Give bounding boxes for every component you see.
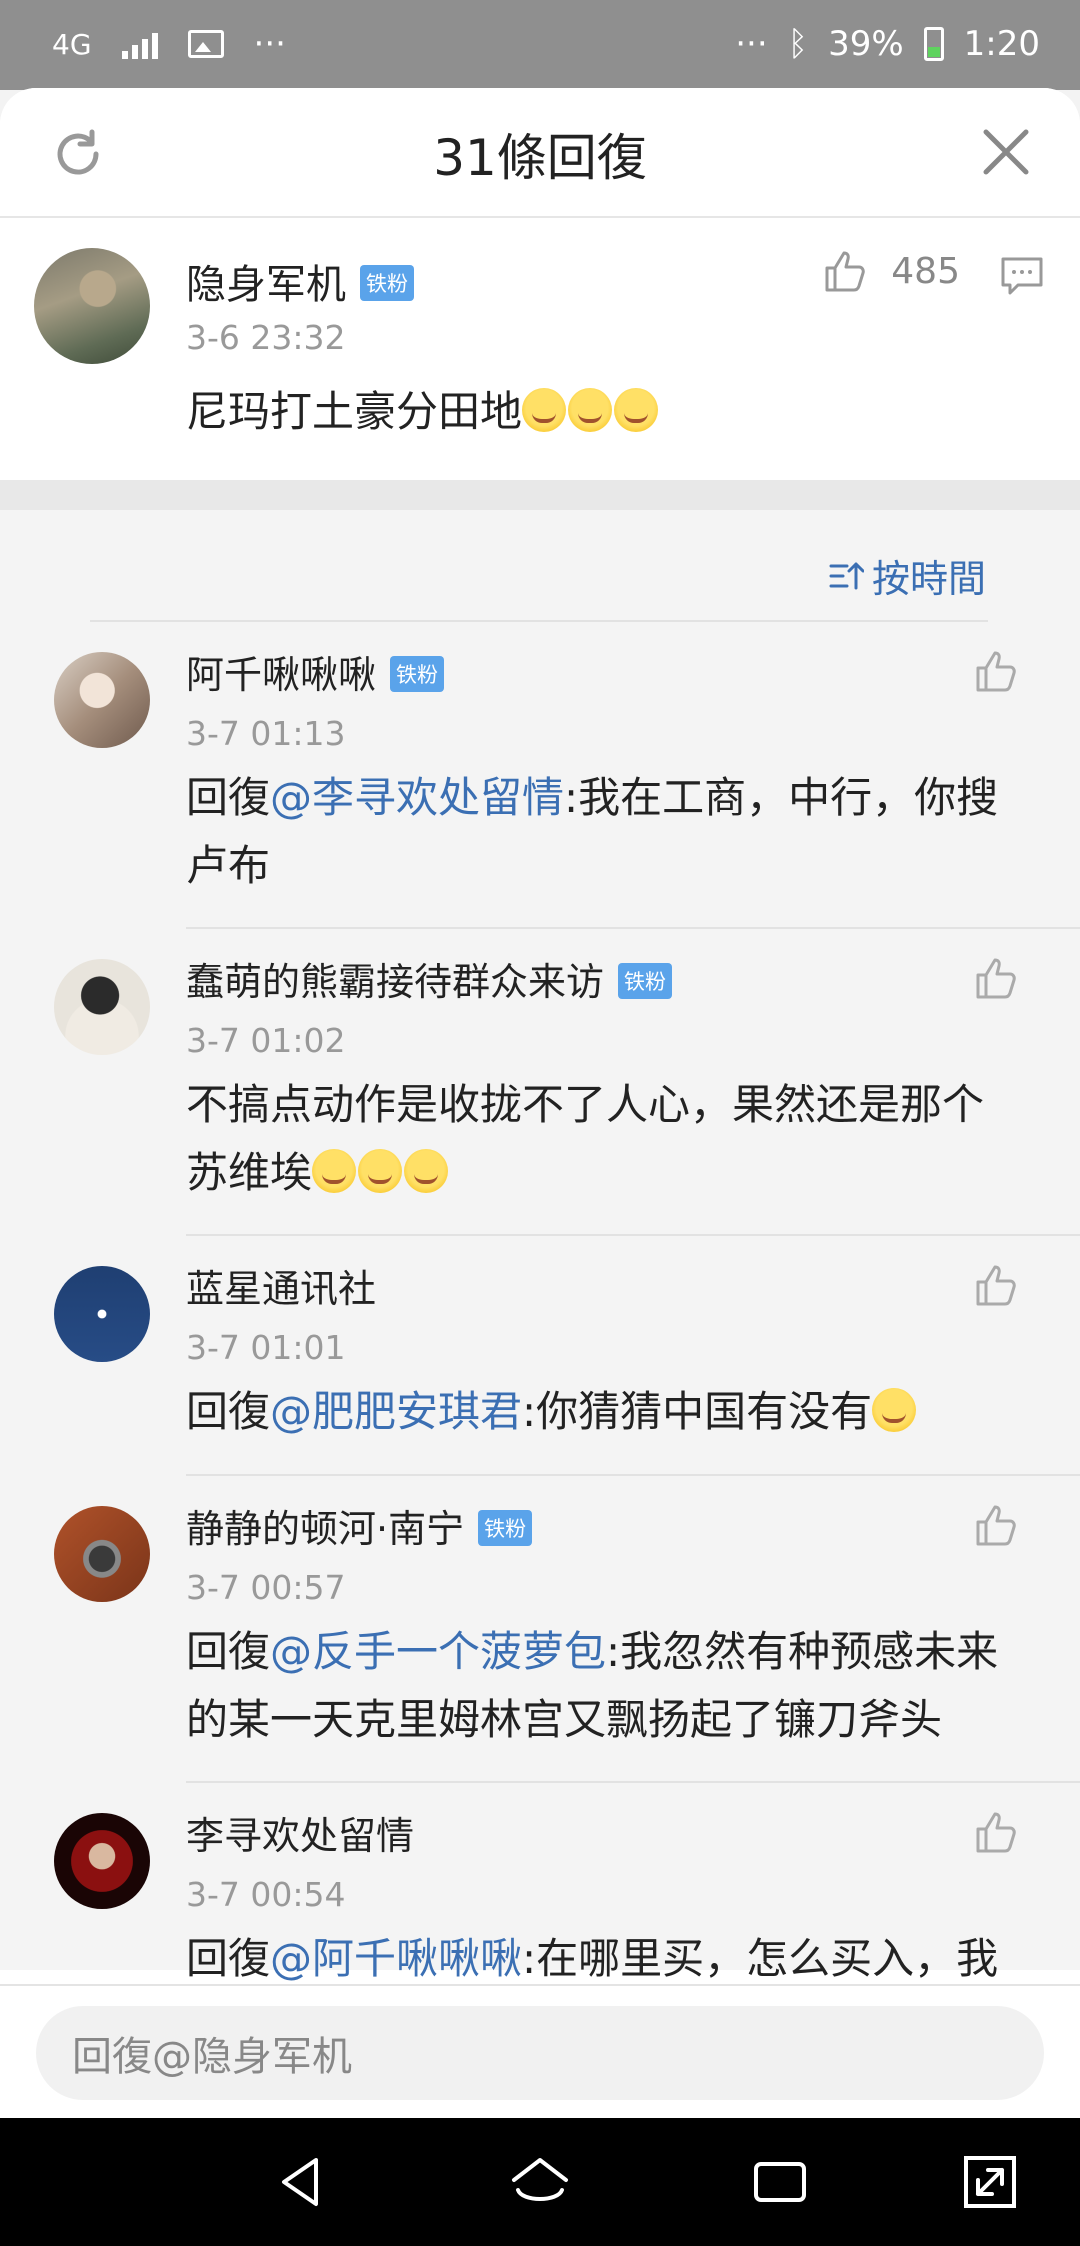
laugh-cry-emoji [568,388,613,432]
bluetooth-icon: ᛒ [787,24,809,64]
section-divider [0,480,1080,510]
reply-time: 3-7 01:13 [186,714,346,753]
clock: 1:20 [963,24,1040,64]
avatar[interactable] [54,1506,150,1602]
reply-time: 3-7 01:01 [186,1328,346,1367]
reply-username[interactable]: 李寻欢处留情 [186,1814,414,1858]
sheet-title: 31條回復 [433,129,647,187]
network-indicator: 4G [52,27,92,61]
status-bar: 4G ··· ··· ᛒ 39% 1:20 [0,0,1080,90]
laugh-cry-emoji [522,388,567,432]
comment-username[interactable]: 隐身军机 [186,262,346,308]
battery-icon [923,27,944,61]
reply-item: 蠢萌的熊霸接待群众来访 铁粉 3-7 01:02 不搞点动作是收拢不了人心，果然还… [0,929,1080,1236]
tears-of-joy-emoji [358,1149,403,1193]
more-status: ··· [735,24,768,64]
mention-link[interactable]: @阿千啾啾啾 [270,1934,522,1983]
comment-time: 3-6 23:32 [186,318,346,357]
laugh-cry-emoji [614,388,659,432]
reply-time: 3-7 00:57 [186,1568,346,1607]
reply-text: 不搞点动作是收拢不了人心，果然还是那个苏维埃 [186,1071,1024,1207]
thumbs-up-icon[interactable] [972,1260,1022,1310]
comment-text: 尼玛打土豪分田地 [186,378,660,446]
sheet-header: 31條回復 [0,88,1080,218]
like-count: 485 [891,250,960,292]
reply-username[interactable]: 阿千啾啾啾 [186,653,376,697]
sort-button[interactable]: 按時間 [828,548,986,603]
sort-label: 按時間 [871,557,986,601]
thumbs-up-icon[interactable] [821,246,871,296]
reply-username[interactable]: 静静的顿河·南宁 [186,1507,464,1551]
reply-item: 阿千啾啾啾 铁粉 3-7 01:13 回復@李寻欢处留情:我在工商，中行，你搜卢布 [0,622,1080,929]
fan-badge: 铁粉 [618,962,673,999]
reply-prefix: 回復 [186,1934,271,1983]
back-icon[interactable] [270,2150,334,2214]
fan-badge: 铁粉 [390,655,445,692]
smile-emoji [872,1388,917,1432]
recent-apps-icon[interactable] [748,2150,812,2214]
reply-username[interactable]: 蠢萌的熊霸接待群众来访 [186,960,604,1004]
comment-body: 尼玛打土豪分田地 [186,387,523,436]
main-comment: 隐身军机 铁粉 3-6 23:32 尼玛打土豪分田地 485 [0,218,1080,480]
tears-of-joy-emoji [404,1149,449,1193]
reply-text: 回復@反手一个菠萝包:我忽然有种预感未来的某一天克里姆林宫又飘扬起了镰刀斧头 [186,1618,1024,1754]
reply-prefix: 回復 [186,1627,271,1676]
avatar[interactable] [54,959,150,1055]
mention-link[interactable]: @反手一个菠萝包 [270,1627,606,1676]
like-button[interactable]: 485 [821,246,960,296]
replies-list: 按時間 阿千啾啾啾 铁粉 3-7 01:13 回復@李寻欢处留情:我在工商，中行，… [0,510,1080,1983]
gallery-icon [187,30,224,58]
comment-icon[interactable] [1000,256,1044,296]
signal-icon [121,29,158,59]
expand-icon[interactable] [958,2150,1022,2214]
mention-link[interactable]: @李寻欢处留情 [270,773,564,822]
avatar[interactable] [54,1813,150,1909]
home-icon[interactable] [508,2150,572,2214]
more-notifications: ··· [253,24,286,64]
reply-time: 3-7 01:02 [186,1021,346,1060]
avatar[interactable] [54,1266,150,1362]
avatar[interactable] [34,248,150,364]
reply-body: :在哪里买，怎么买入，我 [522,1934,999,1983]
reply-time: 3-7 00:54 [186,1875,346,1914]
thumbs-up-icon[interactable] [972,646,1022,696]
fan-badge: 铁粉 [478,1509,533,1546]
reply-item: 蓝星通讯社 3-7 01:01 回復@肥肥安琪君:你猜猜中国有没有 [0,1236,1080,1476]
thumbs-up-icon[interactable] [972,1807,1022,1857]
reply-text: 回復@李寻欢处留情:我在工商，中行，你搜卢布 [186,764,1024,900]
battery-percent: 39% [828,24,904,64]
reply-body: :你猜猜中国有没有 [522,1387,873,1436]
reply-prefix: 回復 [186,1387,271,1436]
reply-item: 静静的顿河·南宁 铁粉 3-7 00:57 回復@反手一个菠萝包:我忽然有种预感未… [0,1476,1080,1783]
avatar[interactable] [54,652,150,748]
sort-icon [829,562,864,589]
reply-sheet: 31條回復 隐身军机 铁粉 3-6 23:32 尼玛打土豪分田地 485 按時間… [0,88,1080,2118]
reply-text: 回復@肥肥安琪君:你猜猜中国有没有 [186,1378,1024,1446]
close-icon[interactable] [980,126,1032,178]
system-nav-bar [0,2118,1080,2246]
reply-prefix: 回復 [186,773,271,822]
tears-of-joy-emoji [312,1149,357,1193]
fan-badge: 铁粉 [360,265,414,301]
mention-link[interactable]: @肥肥安琪君 [270,1387,522,1436]
reply-input[interactable]: 回復@隐身军机 [36,2006,1044,2100]
reply-input-bar: 回復@隐身军机 [0,1984,1080,2118]
thumbs-up-icon[interactable] [972,1500,1022,1550]
thumbs-up-icon[interactable] [972,953,1022,1003]
reply-username[interactable]: 蓝星通讯社 [186,1267,376,1311]
reply-body: 不搞点动作是收拢不了人心，果然还是那个苏维埃 [186,1080,985,1197]
reply-text: 回復@阿千啾啾啾:在哪里买，怎么买入，我 [186,1925,1024,1993]
